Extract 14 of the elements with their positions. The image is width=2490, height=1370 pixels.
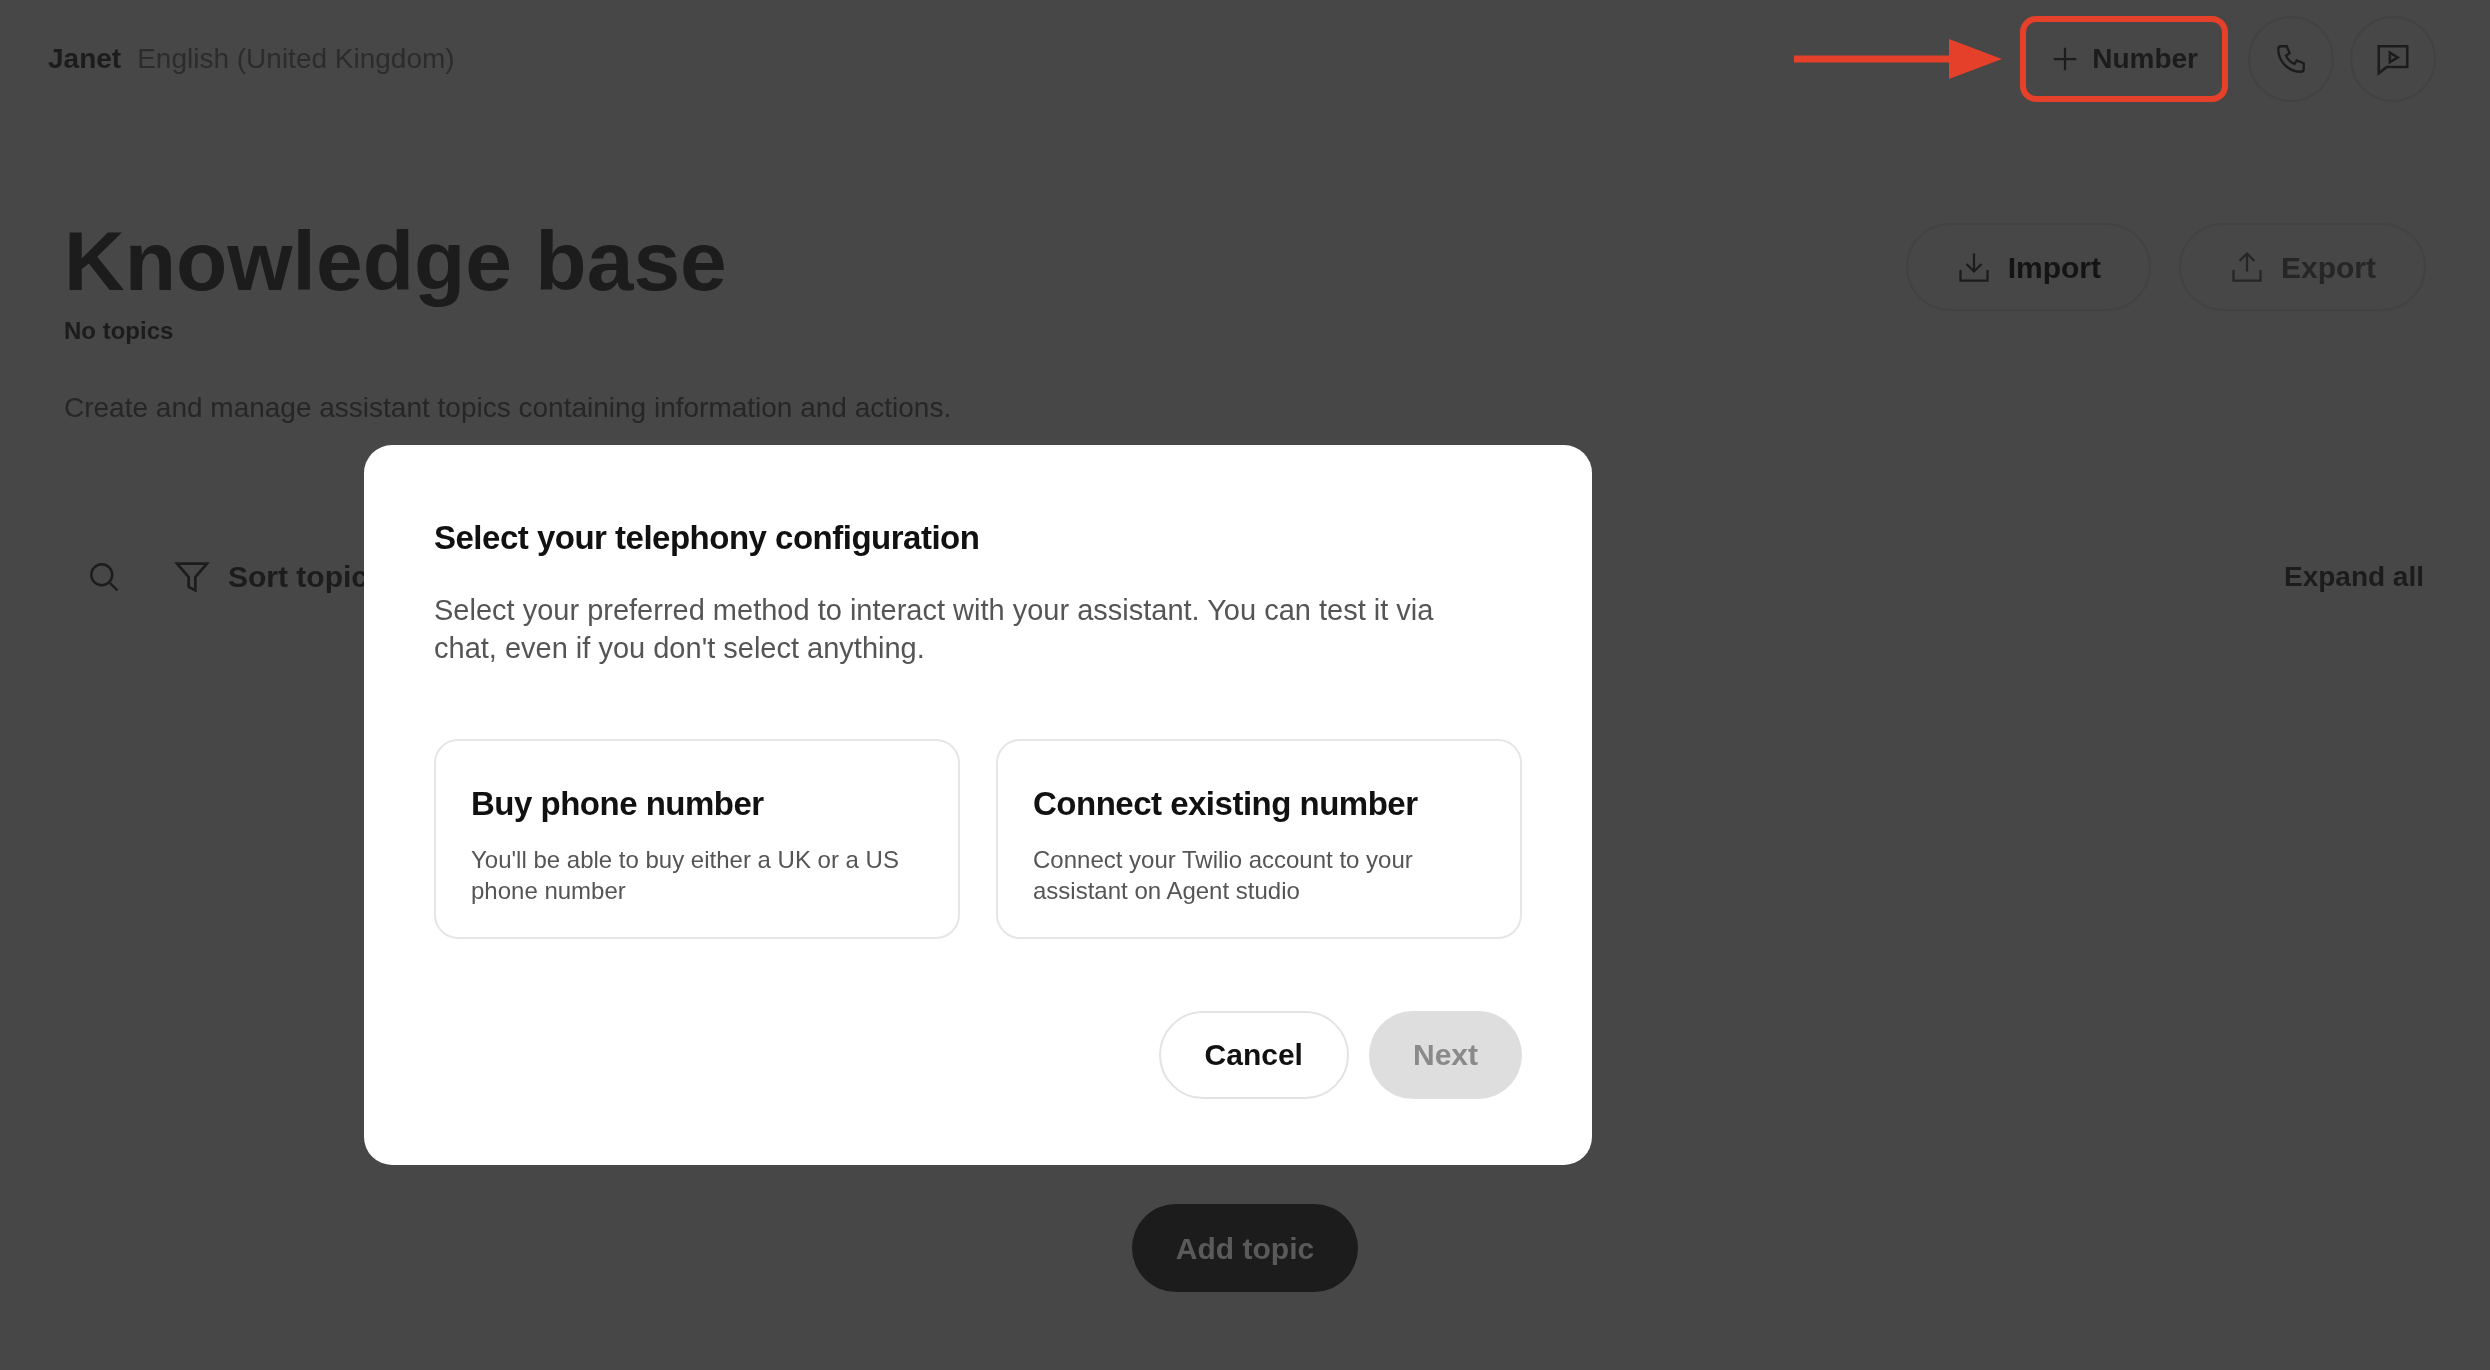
option-title: Connect existing number — [1033, 783, 1419, 824]
dialog-button[interactable]: Cancel — [1158, 1010, 1349, 1099]
phone-button[interactable] — [2248, 16, 2334, 102]
option-title: Buy phone number — [471, 783, 765, 824]
upload-icon — [2229, 249, 2265, 285]
dialog-title: Select your telephony configuration — [434, 518, 981, 558]
option-description: You'll be able to buy either a UK or a US phone number — [471, 845, 900, 906]
phone-icon — [2274, 42, 2308, 76]
dialog-description: Select your preferred method to interact with your assistant. You can test it via chat, even if you don't select anything. — [434, 592, 1435, 666]
option-card[interactable]: Connect existing number Connect your Twilio account to your assistant on Agent studio — [996, 738, 1522, 939]
option-card[interactable]: Buy phone number You'll be able to buy either a UK or a US phone number — [434, 738, 960, 939]
option-description: Connect your Twilio account to your assistant on Agent studio — [1033, 845, 1414, 906]
chat-button[interactable] — [2350, 16, 2436, 102]
add-topic-button[interactable]: Add topic — [1131, 1204, 1359, 1292]
